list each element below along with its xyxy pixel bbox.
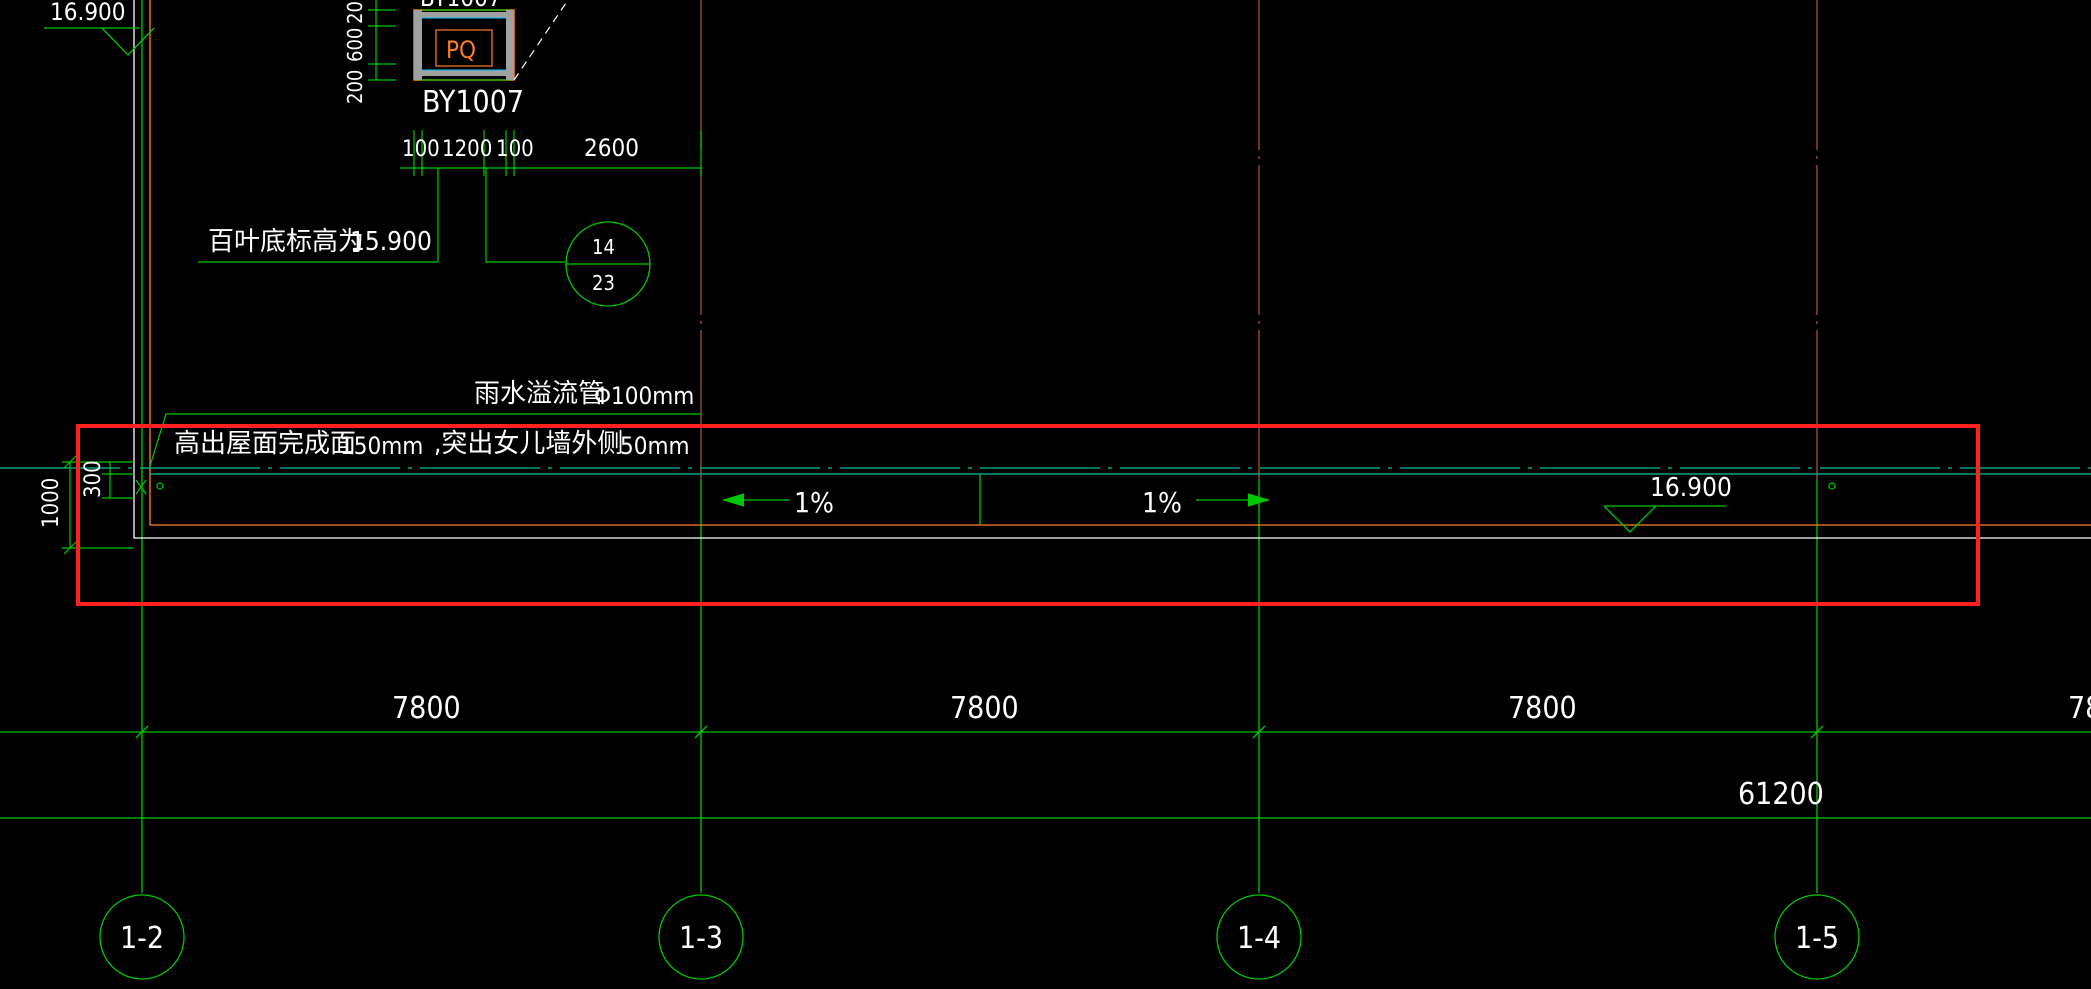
drain-markers <box>135 479 1836 495</box>
axis-bubbles <box>99 894 1860 980</box>
overflow-pipe-size: Φ100mm <box>594 382 694 410</box>
slope-right-label: 1% <box>1142 486 1182 519</box>
louver-hdim-3: 100 <box>496 137 534 162</box>
louver-vdim-2: 600 <box>343 28 367 62</box>
cad-viewport[interactable]: 16.900 PQ BY1007 BY1007 200 600 200 <box>0 0 2091 985</box>
bay-dim-4: 78 <box>2068 691 2091 726</box>
detail-bubble-top: 14 <box>592 235 615 259</box>
note-height-value: 150mm <box>340 432 423 460</box>
louver-hdim-4: 2600 <box>584 134 639 162</box>
axis-label-1-2: 1-2 <box>120 921 164 956</box>
axis-label-1-5: 1-5 <box>1795 921 1839 956</box>
top-elevation-text: 16.900 <box>50 0 126 26</box>
roof-elevation-text: 16.900 <box>1650 473 1732 503</box>
note-protrude-value: 50mm <box>620 432 690 460</box>
note-height-label: 高出屋面完成面 <box>174 429 356 459</box>
louver-vdim-3: 200 <box>343 70 367 104</box>
louver-tag: PQ <box>446 36 476 64</box>
roof-elevation-marker <box>1603 505 1726 533</box>
overflow-pipe-label: 雨水溢流管 <box>474 379 604 409</box>
louver-bottom-note-label: 百叶底标高为 <box>208 227 364 257</box>
detail-bubble-bottom: 23 <box>592 271 615 295</box>
bay-dim-2: 7800 <box>950 691 1019 726</box>
left-dim-300: 300 <box>81 460 106 498</box>
dimension-chain-bays <box>0 725 2091 739</box>
louver-vdim-1: 200 <box>343 0 367 24</box>
louver-bottom-note-value: 15.900 <box>350 227 432 257</box>
total-dim: 61200 <box>1738 777 1824 812</box>
louver-group: PQ BY1007 BY1007 200 600 200 100 1200 10… <box>198 0 702 307</box>
louver-partial-label: BY1007 <box>420 0 502 12</box>
bay-dim-3: 7800 <box>1508 691 1577 726</box>
louver-hdim-2: 1200 <box>442 137 492 162</box>
overflow-pipe-note: 雨水溢流管 Φ100mm 高出屋面完成面 150mm ,突出女儿墙外侧 50mm <box>149 379 701 467</box>
axis-dashed-lines <box>700 0 1818 480</box>
axis-label-1-4: 1-4 <box>1237 921 1281 956</box>
left-dim-1000: 1000 <box>39 478 64 528</box>
top-elevation-marker: 16.900 <box>44 0 155 56</box>
slope-left-label: 1% <box>794 486 834 519</box>
axis-label-1-3: 1-3 <box>679 921 723 956</box>
cad-drawing-canvas[interactable]: 16.900 PQ BY1007 BY1007 200 600 200 <box>0 0 2091 985</box>
bay-dim-1: 7800 <box>392 691 461 726</box>
note-protrude-label: ,突出女儿墙外侧 <box>434 429 623 459</box>
louver-hdim-1: 100 <box>402 137 440 162</box>
louver-name: BY1007 <box>422 85 524 120</box>
